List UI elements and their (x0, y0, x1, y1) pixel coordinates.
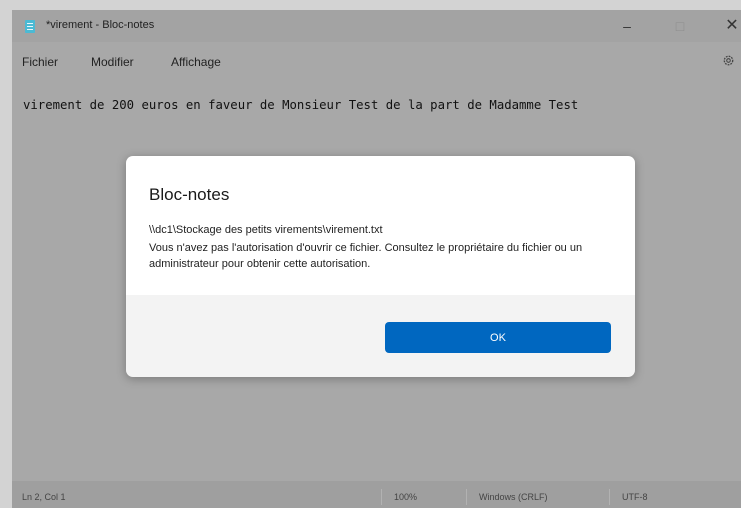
minimize-button[interactable]: – (615, 16, 639, 36)
dialog-content: Bloc-notes \\dc1\Stockage des petits vir… (126, 156, 635, 295)
gear-icon[interactable] (722, 54, 735, 67)
menu-file[interactable]: Fichier (22, 55, 58, 69)
menu-view[interactable]: Affichage (171, 55, 221, 69)
ok-button[interactable]: OK (385, 322, 611, 353)
dialog-file-path: \\dc1\Stockage des petits virements\vire… (149, 224, 383, 236)
menu-edit[interactable]: Modifier (91, 55, 134, 69)
zoom-level: 100% (394, 492, 418, 502)
title-bar[interactable]: *virement - Bloc-notes – □ ✕ (12, 10, 741, 42)
editor-content[interactable]: virement de 200 euros en faveur de Monsi… (23, 98, 578, 112)
dialog-message: Vous n'avez pas l'autorisation d'ouvrir … (149, 242, 583, 270)
menu-bar: Fichier Modifier Affichage (12, 50, 741, 76)
status-bar: Ln 2, Col 1 100% Windows (CRLF) UTF-8 (12, 481, 741, 508)
cursor-position: Ln 2, Col 1 (22, 492, 66, 502)
maximize-button[interactable]: □ (668, 16, 692, 36)
notepad-icon (25, 20, 35, 33)
close-button[interactable]: ✕ (720, 16, 741, 36)
line-ending: Windows (CRLF) (479, 492, 548, 502)
status-separator (381, 489, 382, 505)
status-separator (609, 489, 610, 505)
dialog-title: Bloc-notes (149, 185, 230, 204)
encoding: UTF-8 (622, 492, 648, 502)
status-separator (466, 489, 467, 505)
window-title: *virement - Bloc-notes (46, 19, 155, 31)
error-dialog: Bloc-notes \\dc1\Stockage des petits vir… (126, 156, 635, 377)
